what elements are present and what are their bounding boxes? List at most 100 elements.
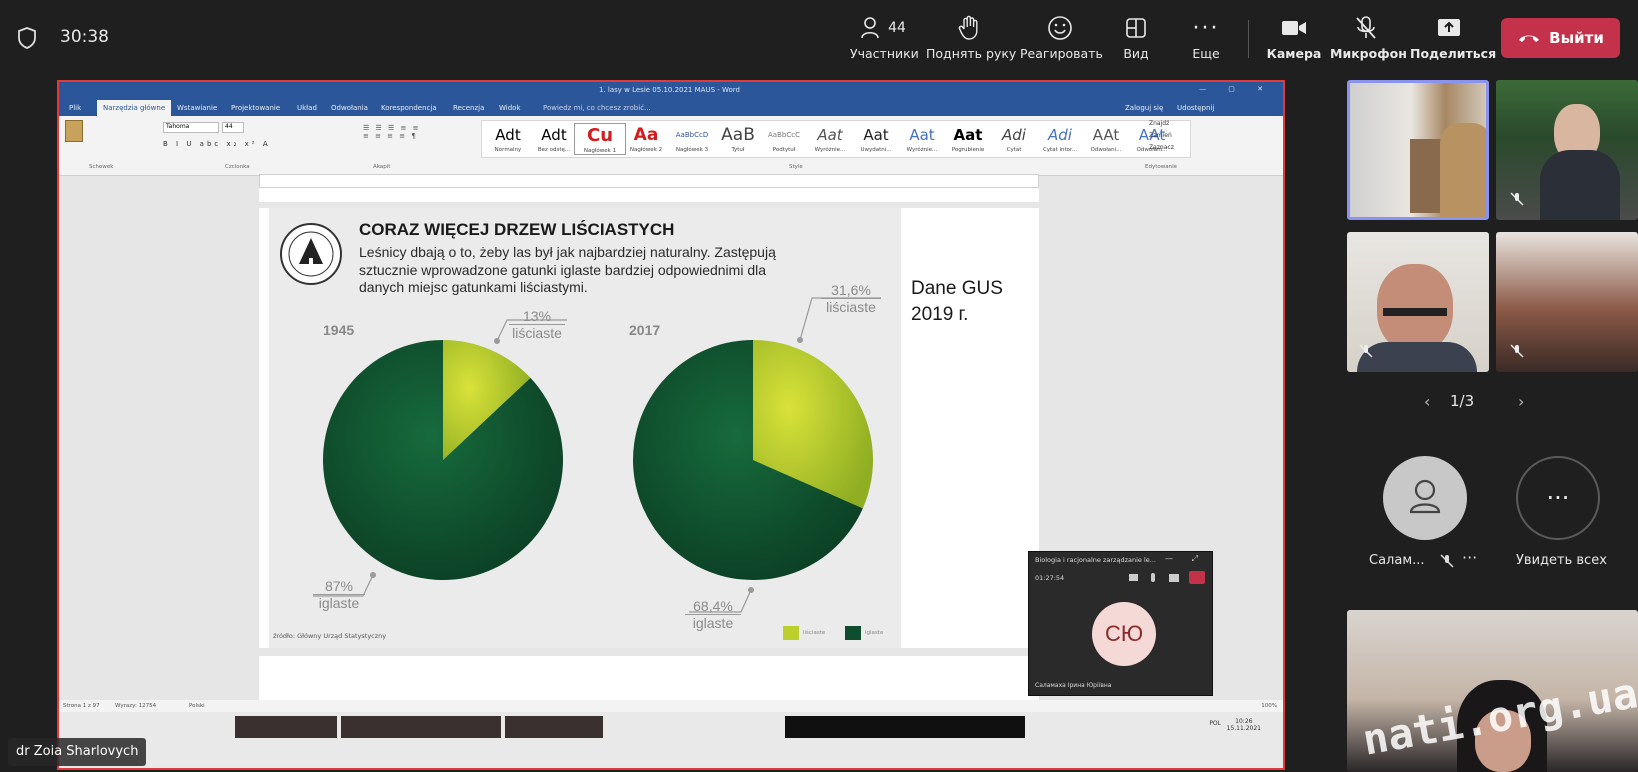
label-2017-deciduous: 31,6% liściaste	[821, 282, 881, 315]
taskbar-thumb-1[interactable]	[235, 716, 337, 738]
mini-window-controls[interactable]: — ⤢	[1165, 554, 1206, 564]
meeting-toolbar: 30:38 44 Участники Поднять руку Реагиров…	[0, 0, 1638, 76]
mini-hangup-button[interactable]	[1189, 571, 1205, 584]
style-heading2[interactable]: Aa Nagłówek 2	[620, 123, 672, 153]
style-subtitle[interactable]: AaBbCcC Podtytuł	[758, 123, 810, 153]
view-label: Вид	[1123, 46, 1149, 61]
system-clock[interactable]: 10:26 15.11.2021	[1227, 718, 1261, 732]
tab-design[interactable]: Projektowanie	[231, 104, 280, 112]
shield-icon[interactable]	[16, 26, 38, 50]
legend-conifer-label: iglaste	[865, 630, 884, 636]
participant-avatar[interactable]	[1383, 456, 1467, 540]
style-quote[interactable]: Adi Cytat	[988, 123, 1040, 153]
label-1945-deciduous-value: 13%	[509, 308, 565, 325]
find-button[interactable]: Znajdź	[1149, 120, 1169, 127]
raise-hand-button[interactable]: Поднять руку	[926, 14, 1017, 64]
mini-camera-icon[interactable]	[1129, 574, 1138, 581]
video-tile-3[interactable]	[1347, 232, 1489, 372]
tab-insert[interactable]: Wstawianie	[177, 104, 217, 112]
style-normal[interactable]: Adt Normalny	[482, 123, 534, 153]
person-icon	[1409, 479, 1441, 514]
tab-home[interactable]: Narzędzia główne	[97, 100, 172, 116]
tab-references[interactable]: Odwołania	[331, 104, 368, 112]
view-button[interactable]: Вид	[1112, 14, 1160, 64]
leader-dot-1945-conifer	[370, 572, 376, 578]
more-icon: ···	[1546, 484, 1570, 512]
leave-button[interactable]: Выйти	[1501, 18, 1620, 58]
mini-mic-icon[interactable]	[1151, 573, 1155, 582]
participants-button[interactable]: 44 Участники	[850, 14, 919, 64]
style-heading3[interactable]: AaBbCcD Nagłówek 3	[666, 123, 718, 153]
pie-2017	[633, 340, 873, 580]
label-1945-deciduous: 13% liściaste	[509, 308, 565, 341]
more-icon: ···	[1192, 15, 1220, 41]
share-label: Поделиться	[1410, 46, 1497, 61]
chevron-left-icon[interactable]: ‹	[1424, 392, 1430, 411]
share-doc-button[interactable]: Udostępnij	[1177, 104, 1214, 112]
style-bold[interactable]: Aat Pogrubienie	[942, 123, 994, 153]
paragraph-buttons[interactable]: ☰ ☰ ☰ ≡ ≡ ≡ ≡ ≡ ≡ ¶	[363, 124, 463, 148]
data-source-note: Dane GUS 2019 г.	[911, 276, 1003, 328]
status-words[interactable]: Wyrazy: 12754	[115, 703, 156, 709]
tab-view[interactable]: Widok	[499, 104, 521, 112]
tab-review[interactable]: Recenzja	[453, 104, 484, 112]
see-all-button[interactable]: ···	[1516, 456, 1600, 540]
mini-share-icon[interactable]	[1169, 574, 1179, 582]
tab-mailings[interactable]: Korespondencja	[381, 104, 437, 112]
hand-icon	[958, 15, 978, 40]
style-subtle-reference[interactable]: AAt Odwołani...	[1080, 123, 1132, 153]
status-language[interactable]: Polski	[189, 703, 205, 709]
chevron-right-icon[interactable]: ›	[1518, 392, 1524, 411]
font-size-box[interactable]: 44	[222, 122, 244, 133]
mini-meeting-window[interactable]: Biologia i racjonalne zarządzanie le... …	[1028, 551, 1213, 696]
style-intense-quote[interactable]: Adi Cytat intor...	[1034, 123, 1086, 153]
microphone-label: Микрофон	[1330, 46, 1407, 61]
tab-layout[interactable]: Układ	[297, 104, 317, 112]
more-button[interactable]: ··· Еще	[1182, 14, 1230, 64]
horizontal-ruler[interactable]	[259, 174, 1039, 188]
replace-button[interactable]: Zamień	[1149, 132, 1172, 139]
video-tile-4[interactable]	[1496, 232, 1638, 372]
window-controls-icon[interactable]: — ▢ ✕	[1199, 85, 1273, 93]
paste-icon[interactable]	[65, 120, 83, 142]
taskbar-thumb-2[interactable]	[341, 716, 501, 738]
see-all-label: Увидеть всех	[1516, 553, 1607, 568]
label-1945-conifer: 87% iglaste	[313, 578, 365, 611]
camera-button[interactable]: Камера	[1266, 14, 1322, 64]
style-emphasis[interactable]: Aat Wyróżnie...	[804, 123, 856, 153]
microphone-button[interactable]: Микрофон	[1330, 14, 1407, 64]
word-window-title: 1. lasy w Lesie 05.10.2021 MAUS - Word	[599, 86, 740, 94]
leader-dot-1945-deciduous	[494, 338, 500, 344]
style-heading1[interactable]: Cu Nagłówek 1	[574, 123, 626, 155]
signin-link[interactable]: Zaloguj się	[1125, 104, 1163, 112]
react-button[interactable]: Реагировать	[1020, 14, 1103, 64]
font-name-box[interactable]: Tahoma	[163, 122, 219, 133]
video-tile-5[interactable]: nati.org.ua	[1347, 610, 1638, 772]
clock-time: 10:26	[1235, 718, 1253, 725]
share-screen-icon	[1438, 19, 1460, 36]
zoom-level[interactable]: 100%	[1261, 703, 1277, 709]
group-paragraph-label: Akapit	[373, 164, 391, 170]
style-strong-emphasis[interactable]: Aat Uwydatni...	[850, 123, 902, 153]
tell-me-search[interactable]: Powiedz mi, co chcesz zrobić...	[543, 104, 651, 112]
word-statusbar: Strona 1 z 97 Wyrazy: 12754 Polski 100%	[59, 700, 1283, 712]
more-options-icon[interactable]: ···	[1462, 548, 1477, 567]
video-tile-1[interactable]	[1347, 80, 1489, 220]
keyboard-layout[interactable]: POL	[1209, 720, 1221, 727]
raise-hand-label: Поднять руку	[926, 46, 1017, 61]
group-editing-label: Edytowanie	[1145, 164, 1178, 170]
formatting-buttons[interactable]: B I U abc x₂ x² A	[163, 140, 363, 150]
tab-file[interactable]: Plik	[69, 104, 81, 112]
select-button[interactable]: Zaznacz	[1149, 144, 1174, 151]
taskbar-thumb-3[interactable]	[505, 716, 603, 738]
style-intense-emphasis[interactable]: Aat Wyróżnie...	[896, 123, 948, 153]
mic-off-icon	[1356, 16, 1376, 39]
style-no-spacing[interactable]: Adt Bez odstę...	[528, 123, 580, 153]
meeting-window: 30:38 44 Участники Поднять руку Реагиров…	[0, 0, 1638, 772]
style-title[interactable]: AaB Tytuł	[712, 123, 764, 153]
share-button[interactable]: Поделиться	[1410, 14, 1497, 64]
taskbar-thumb-4[interactable]	[785, 716, 1025, 738]
video-tile-2[interactable]	[1496, 80, 1638, 220]
status-page[interactable]: Strona 1 z 97	[63, 703, 100, 709]
group-styles-label: Style	[789, 164, 803, 170]
